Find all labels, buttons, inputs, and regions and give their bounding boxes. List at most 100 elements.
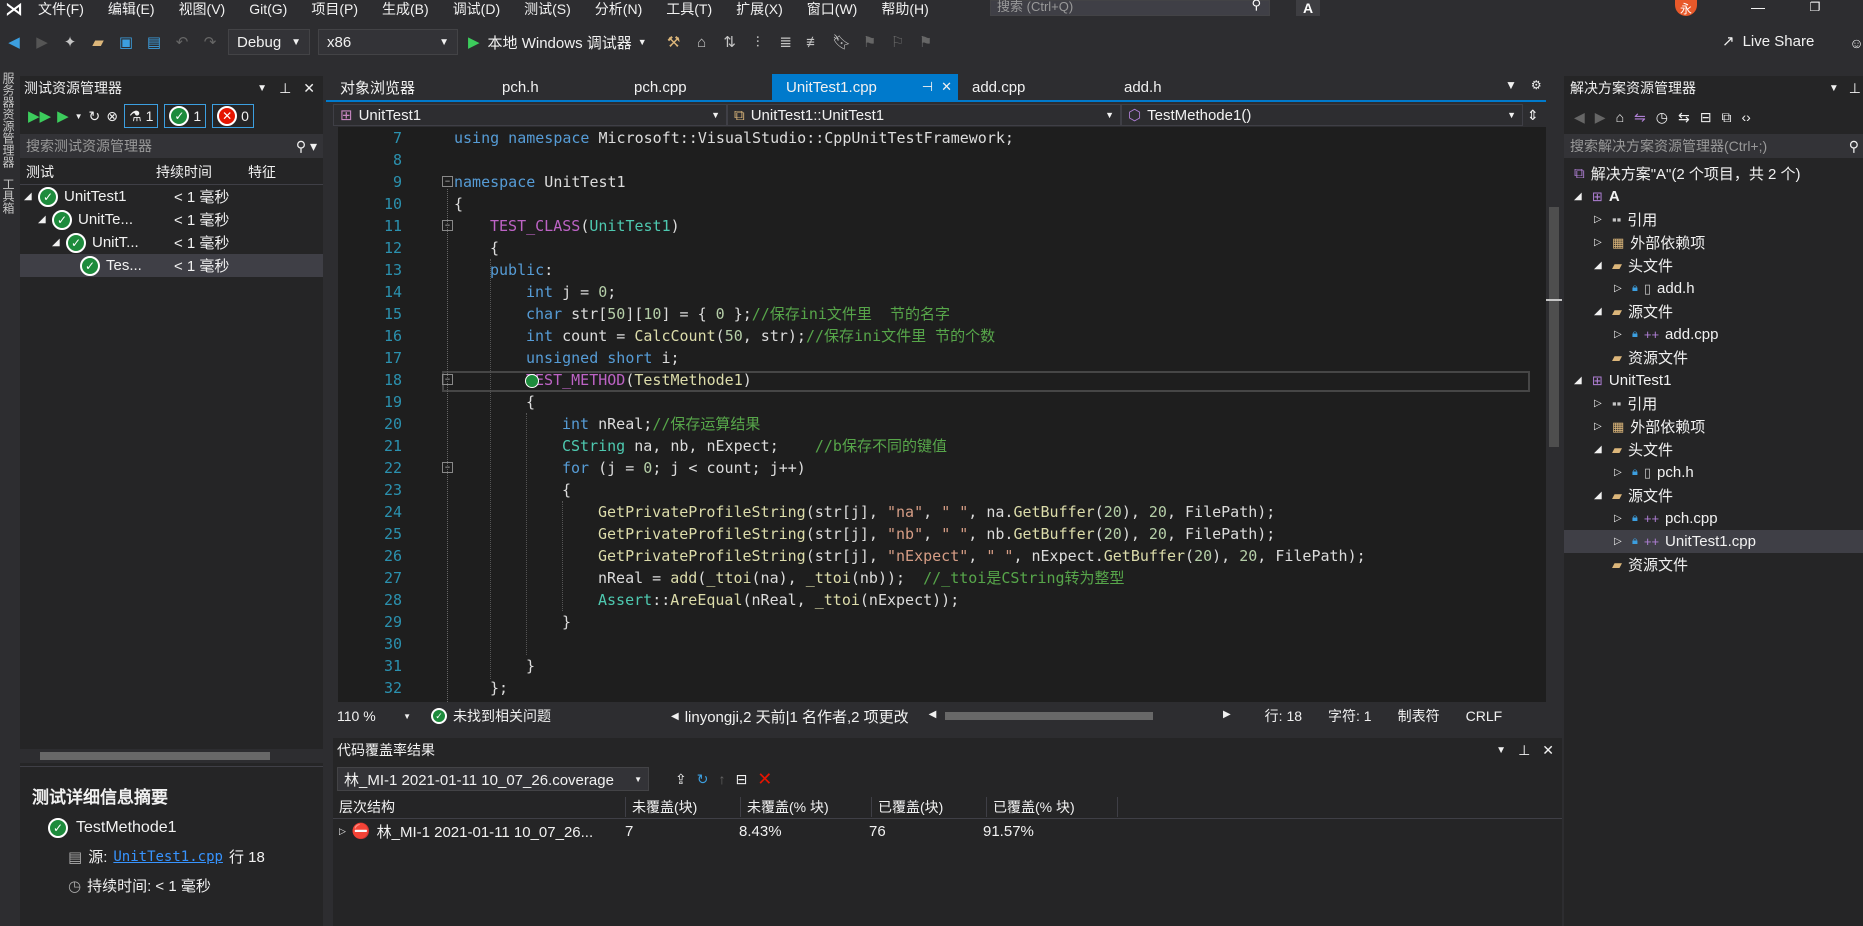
scrollbar-thumb[interactable]	[944, 712, 1153, 720]
redo-icon[interactable]: ↷	[199, 31, 221, 53]
solution-root[interactable]: ⧉ 解决方案"A"(2 个项目，共 2 个)	[1564, 162, 1863, 185]
line-ending[interactable]: CRLF	[1466, 708, 1503, 724]
file-expand-arrow-icon[interactable]: ▷	[1614, 329, 1626, 340]
menu-tools[interactable]: 工具(T)	[654, 2, 724, 16]
split-icon[interactable]: ⇕	[1527, 107, 1539, 124]
expand-arrow-icon[interactable]: ▷	[1594, 214, 1606, 225]
editor-horizontal-scrollbar[interactable]: ◀ ▶	[929, 709, 1231, 723]
solution-node[interactable]: ◢ ⊞ A	[1564, 185, 1863, 208]
solution-node[interactable]: ◢ ▰ 头文件	[1564, 438, 1863, 461]
solution-node[interactable]: ▷ 🔒︎ ▯ add.h	[1564, 277, 1863, 300]
test-passed-marker-icon[interactable]	[525, 374, 539, 388]
close-icon[interactable]: ✕	[1542, 742, 1554, 759]
live-share-button[interactable]: ↗ Live Share	[1722, 32, 1814, 51]
test-row[interactable]: ◢ ✓ UnitTe... < 1 毫秒	[20, 208, 323, 231]
chevron-down-icon[interactable]: ▼	[75, 112, 83, 121]
tab-list-dropdown-icon[interactable]: ▼	[1505, 78, 1517, 92]
refresh-icon[interactable]: ↻	[697, 771, 709, 788]
expand-arrow-icon[interactable]: ◢	[1594, 306, 1606, 317]
start-debugger-button[interactable]: ▶ 本地 Windows 调试器 ▼	[468, 32, 647, 53]
platform-dropdown[interactable]: x86 ▼	[318, 29, 458, 55]
prev-bookmark-icon[interactable]: ⚑	[859, 31, 881, 53]
pin-icon[interactable]: ⊥	[279, 80, 291, 97]
scroll-left-icon[interactable]: ◀	[929, 709, 937, 720]
bookmark-icon[interactable]: 🔖︎	[831, 31, 853, 53]
expand-arrow-icon[interactable]: ▷	[1594, 398, 1606, 409]
forward-icon[interactable]: ▶	[31, 31, 53, 53]
menu-window[interactable]: 窗口(W)	[795, 2, 870, 16]
expand-arrow-icon[interactable]: ◢	[1594, 490, 1606, 501]
code-view-icon[interactable]: ‹›	[1741, 109, 1750, 125]
solution-node[interactable]: ▷ ▦ 外部依赖项	[1564, 231, 1863, 254]
coverage-file-dropdown[interactable]: 林_MI-1 2021-01-11 10_07_26.coverage ▼	[337, 767, 649, 791]
editor-vertical-scrollbar[interactable]	[1546, 127, 1562, 702]
cancel-icon[interactable]: ⊗	[106, 108, 118, 125]
solution-node[interactable]: ▷ 🔒︎ ▯ pch.h	[1564, 461, 1863, 484]
toolbox-tab[interactable]: 工具箱	[0, 178, 17, 214]
solution-node[interactable]: ◢ ⊞ UnitTest1	[1564, 369, 1863, 392]
close-icon[interactable]: ✕	[941, 79, 952, 95]
col-duration[interactable]: 持续时间	[156, 162, 248, 182]
chevron-down-icon[interactable]: ▼	[1829, 83, 1839, 94]
col-uncovered-pct[interactable]: 未覆盖(% 块)	[741, 797, 872, 817]
pin-icon[interactable]: ⊥	[1849, 80, 1861, 97]
expand-arrow-icon[interactable]: ◢	[1574, 375, 1586, 386]
scroll-right-icon[interactable]: ▶	[1223, 709, 1231, 720]
tab-add-cpp[interactable]: add.cpp	[958, 74, 1110, 100]
solution-node[interactable]: ▷ ▦ 外部依赖项	[1564, 415, 1863, 438]
solution-node[interactable]: ▷ 🔒︎ ++ pch.cpp	[1564, 507, 1863, 530]
feedback-icon[interactable]: ☺	[1849, 32, 1863, 54]
restore-icon[interactable]: ❐	[1805, 0, 1825, 14]
merge-icon[interactable]: ⊟	[735, 771, 747, 788]
toggle-icon[interactable]: ⇅	[719, 31, 741, 53]
solution-node[interactable]: ▷ ▪▪ 引用	[1564, 392, 1863, 415]
new-project-icon[interactable]: ✦	[59, 31, 81, 53]
menu-help[interactable]: 帮助(H)	[869, 2, 940, 16]
tab-pch-h[interactable]: pch.h	[488, 74, 620, 100]
file-expand-arrow-icon[interactable]: ▷	[1614, 467, 1626, 478]
file-expand-arrow-icon[interactable]: ▷	[1614, 513, 1626, 524]
solution-node[interactable]: ▰ 资源文件	[1564, 346, 1863, 369]
next-bookmark-icon[interactable]: ⚐	[887, 31, 909, 53]
col-traits[interactable]: 特征	[248, 162, 276, 182]
switch-views-icon[interactable]: ⇋	[1634, 109, 1646, 126]
scope-dropdown[interactable]: ⧉ UnitTest1::UnitTest1 ▼	[727, 104, 1121, 126]
git-blame-info[interactable]: ◀ linyongji,2 天前|1 名作者,2 项更改	[671, 706, 909, 727]
test-row-selected[interactable]: ✓ Tes... < 1 毫秒	[20, 254, 323, 277]
menu-build[interactable]: 生成(B)	[370, 2, 441, 16]
member-dropdown[interactable]: ⬡ TestMethode1() ▼	[1121, 104, 1523, 126]
failed-tests-filter[interactable]: ✕ 0	[212, 104, 254, 128]
collapse-toggle-icon[interactable]: −	[442, 176, 453, 187]
show-all-files-icon[interactable]: ⧉	[1721, 109, 1731, 126]
coverage-row[interactable]: ▷ ⛔ 林_MI-1 2021-01-11 10_07_26... 7 8.43% …	[333, 819, 1562, 843]
tab-pch-cpp[interactable]: pch.cpp	[620, 74, 772, 100]
back-icon[interactable]: ◀	[3, 31, 25, 53]
col-covered-pct[interactable]: 已覆盖(% 块)	[987, 797, 1118, 817]
expand-arrow-icon[interactable]: ▷	[1594, 237, 1606, 248]
expand-arrow-icon[interactable]: ◢	[1594, 260, 1606, 271]
settings-icon[interactable]: ⚙	[1531, 78, 1542, 92]
save-icon[interactable]: ▣	[115, 31, 137, 53]
solution-node[interactable]: ◢ ▰ 头文件	[1564, 254, 1863, 277]
solution-search-input[interactable]: 搜索解决方案资源管理器(Ctrl+;) ⚲	[1564, 134, 1863, 158]
source-file-link[interactable]: UnitTest1.cpp	[113, 849, 223, 865]
total-tests-filter[interactable]: ⚗ 1	[124, 104, 159, 128]
menu-extensions[interactable]: 扩展(X)	[724, 2, 795, 16]
tab-unittest1-cpp[interactable]: UnitTest1.cpp ⊣ ✕	[772, 74, 958, 100]
menu-debug[interactable]: 调试(D)	[441, 2, 512, 16]
open-folder-icon[interactable]: ▰	[87, 31, 109, 53]
global-search-input[interactable]: 搜索 (Ctrl+Q) ⚲	[990, 0, 1270, 16]
menu-test[interactable]: 测试(S)	[512, 2, 583, 16]
expanded-arrow-icon[interactable]: ◢	[24, 191, 38, 202]
test-horizontal-scrollbar[interactable]	[20, 749, 323, 763]
col-covered-blocks[interactable]: 已覆盖(块)	[872, 797, 987, 817]
server-explorer-tab[interactable]: 服务器资源管理器	[0, 72, 17, 168]
project-dropdown[interactable]: ⊞ UnitTest1 ▼	[333, 104, 727, 126]
solution-node[interactable]: ◢ ▰ 源文件	[1564, 484, 1863, 507]
clear-bookmarks-icon[interactable]: ⚑	[915, 31, 937, 53]
solution-node[interactable]: ▷ 🔒︎ ++ add.cpp	[1564, 323, 1863, 346]
minimize-icon[interactable]: —	[1748, 0, 1768, 15]
tab-add-h[interactable]: add.h	[1110, 74, 1242, 100]
col-test[interactable]: 测试	[20, 162, 156, 182]
code-editor[interactable]: 7 8 9 10 11 12 13 14 15 16 17 18 19 20 21 22 23 24 25 26 27 2…	[338, 127, 1546, 702]
